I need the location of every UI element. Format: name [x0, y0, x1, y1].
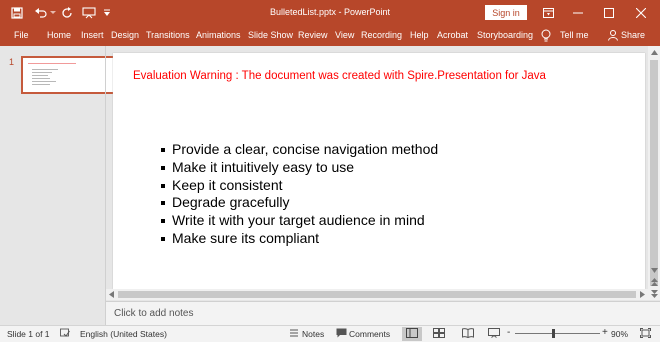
language-indicator[interactable]: English (United States): [80, 329, 167, 339]
slide-canvas[interactable]: Evaluation Warning : The document was cr…: [113, 53, 645, 289]
spellcheck-icon[interactable]: [60, 328, 70, 340]
tab-storyboarding[interactable]: Storyboarding: [477, 26, 533, 46]
tab-review[interactable]: Review: [298, 26, 328, 46]
tab-animations[interactable]: Animations: [196, 26, 241, 46]
tab-recording[interactable]: Recording: [361, 26, 402, 46]
tab-design[interactable]: Design: [111, 26, 139, 46]
notes-toggle[interactable]: Notes: [302, 329, 324, 339]
status-bar: Slide 1 of 1 English (United States) Not…: [0, 325, 660, 342]
fit-to-window-icon[interactable]: [640, 328, 651, 340]
vertical-scrollbar[interactable]: [648, 46, 660, 300]
redo-icon[interactable]: [58, 4, 76, 22]
horizontal-scroll-thumb[interactable]: [118, 291, 636, 298]
tell-me-search[interactable]: Tell me: [560, 26, 589, 46]
ribbon-display-icon[interactable]: [533, 0, 563, 26]
person-icon: [608, 30, 618, 43]
slide-sorter-icon[interactable]: [433, 328, 445, 340]
tab-help[interactable]: Help: [410, 26, 429, 46]
list-item[interactable]: Degrade gracefully: [161, 194, 438, 212]
close-icon[interactable]: [626, 0, 656, 26]
list-item[interactable]: Keep it consistent: [161, 177, 438, 195]
minimize-icon[interactable]: [563, 0, 593, 26]
bullet-icon: [161, 148, 165, 152]
list-item[interactable]: Make it intuitively easy to use: [161, 159, 438, 177]
previous-slide-icon[interactable]: [648, 276, 660, 288]
document-title: BulletedList.pptx - PowerPoint: [269, 7, 391, 17]
slide-thumbnails-pane: 1: [0, 46, 119, 325]
lightbulb-icon: [541, 29, 551, 44]
scroll-right-icon[interactable]: [637, 289, 648, 300]
vertical-scroll-thumb[interactable]: [650, 60, 658, 286]
zoom-level[interactable]: 90%: [611, 329, 628, 339]
tab-transitions[interactable]: Transitions: [146, 26, 190, 46]
normal-view-icon[interactable]: [406, 328, 418, 340]
share-button[interactable]: Share: [621, 26, 645, 46]
bullet-icon: [161, 183, 165, 188]
reading-view-icon[interactable]: [462, 328, 474, 340]
bullet-icon: [161, 201, 165, 206]
bullet-icon: [161, 219, 165, 224]
save-icon[interactable]: [8, 4, 26, 22]
zoom-in-button[interactable]: +: [602, 327, 608, 338]
zoom-out-button[interactable]: -: [507, 327, 510, 338]
list-item[interactable]: Provide a clear, concise navigation meth…: [161, 141, 438, 159]
ribbon-tabs: File Home Insert Design Transitions Anim…: [0, 26, 660, 46]
sign-in-button[interactable]: Sign in: [485, 5, 527, 20]
tab-insert[interactable]: Insert: [81, 26, 104, 46]
restore-icon[interactable]: [594, 0, 624, 26]
notes-placeholder[interactable]: Click to add notes: [114, 308, 194, 319]
scroll-left-icon[interactable]: [106, 289, 117, 300]
notes-icon[interactable]: [289, 328, 299, 340]
customize-qat-icon[interactable]: [98, 4, 116, 22]
tab-slide-show[interactable]: Slide Show: [248, 26, 293, 46]
tab-acrobat[interactable]: Acrobat: [437, 26, 468, 46]
bullet-icon: [161, 165, 165, 170]
zoom-slider-handle[interactable]: [552, 329, 555, 338]
tab-file[interactable]: File: [14, 26, 29, 46]
scroll-down-icon[interactable]: [648, 264, 660, 276]
evaluation-warning-text[interactable]: Evaluation Warning : The document was cr…: [133, 70, 546, 82]
thumbnail-number: 1: [9, 57, 15, 67]
title-bar: BulletedList.pptx - PowerPoint Sign in: [0, 0, 660, 26]
slideshow-icon[interactable]: [488, 328, 500, 340]
zoom-slider[interactable]: [515, 333, 600, 334]
start-from-beginning-icon[interactable]: [80, 4, 98, 22]
pane-divider[interactable]: [105, 46, 106, 325]
bulleted-list[interactable]: Provide a clear, concise navigation meth…: [161, 141, 438, 248]
tab-home[interactable]: Home: [47, 26, 71, 46]
slide-counter: Slide 1 of 1: [7, 329, 50, 339]
horizontal-scrollbar[interactable]: [106, 289, 648, 300]
list-item[interactable]: Make sure its compliant: [161, 230, 438, 248]
next-slide-icon[interactable]: [648, 288, 660, 300]
tab-view[interactable]: View: [335, 26, 354, 46]
comments-toggle[interactable]: Comments: [349, 329, 390, 339]
list-item[interactable]: Write it with your target audience in mi…: [161, 212, 438, 230]
comments-icon[interactable]: [336, 328, 347, 340]
notes-pane[interactable]: Click to add notes: [106, 301, 660, 325]
powerpoint-window: BulletedList.pptx - PowerPoint Sign in F…: [0, 0, 660, 342]
bullet-icon: [161, 236, 165, 241]
scroll-up-icon[interactable]: [648, 46, 660, 58]
